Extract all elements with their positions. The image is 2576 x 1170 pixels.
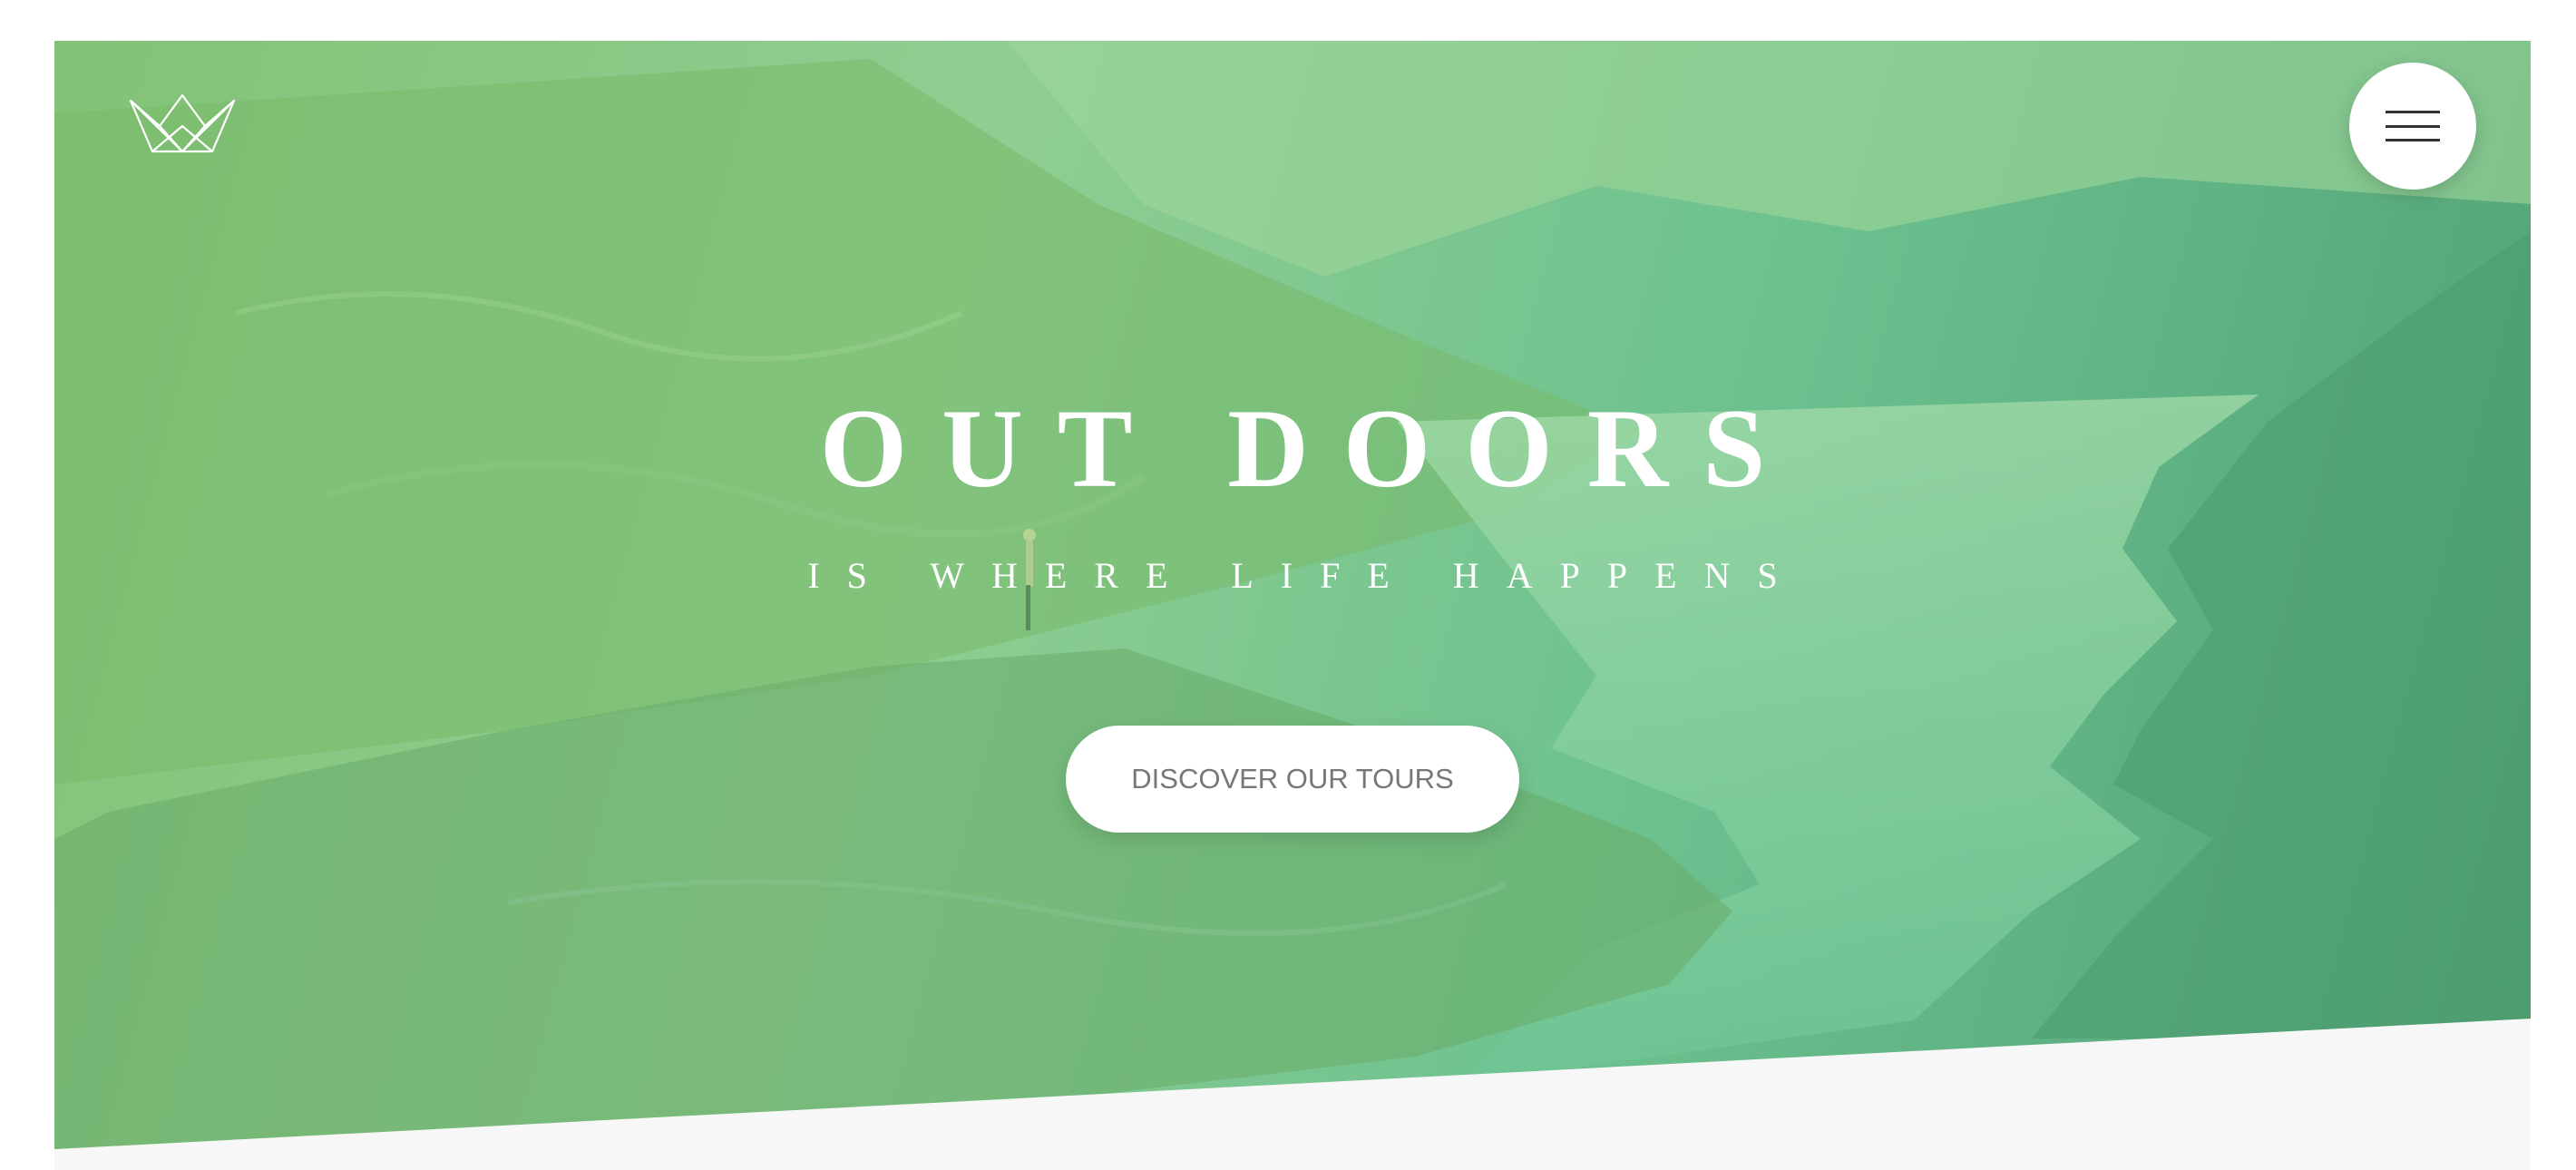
menu-bar (2386, 111, 2440, 113)
hero-subtitle: IS WHERE LIFE HAPPENS (807, 555, 1805, 596)
crown-logo-icon[interactable] (127, 93, 238, 157)
menu-button[interactable] (2349, 63, 2476, 190)
menu-bar (2386, 124, 2440, 128)
hamburger-menu-icon (2386, 111, 2440, 141)
page-container: OUT DOORS IS WHERE LIFE HAPPENS DISCOVER… (54, 41, 2531, 1170)
hero-section: OUT DOORS IS WHERE LIFE HAPPENS DISCOVER… (54, 41, 2531, 1149)
discover-tours-button[interactable]: DISCOVER OUR TOURS (1066, 726, 1519, 833)
menu-bar (2386, 139, 2440, 141)
hero-title: OUT DOORS (819, 386, 1800, 511)
